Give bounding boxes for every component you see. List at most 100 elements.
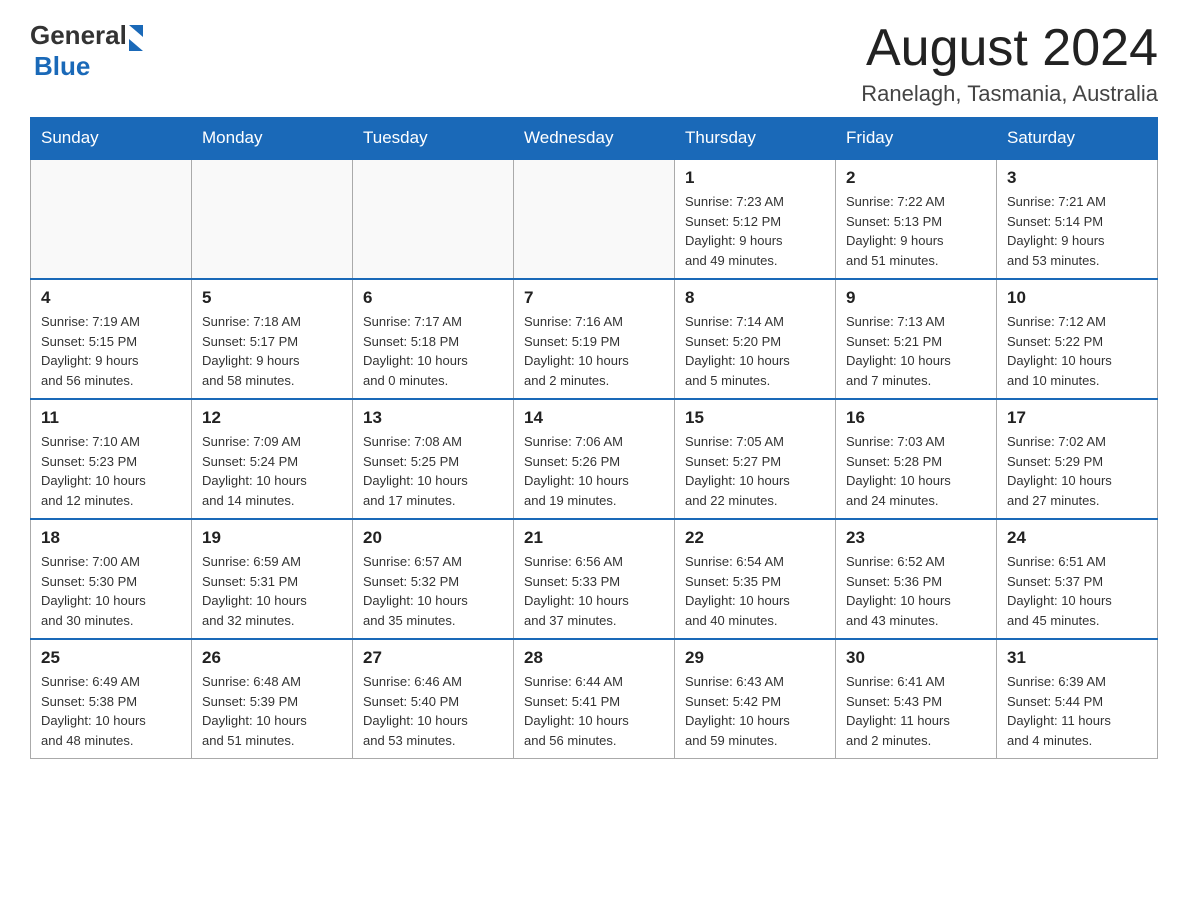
day-number: 18 (41, 528, 181, 548)
calendar-cell: 8 Sunrise: 7:14 AMSunset: 5:20 PMDaylight… (675, 279, 836, 399)
weekday-header-monday: Monday (192, 118, 353, 160)
calendar-cell: 4Sunrise: 7:19 AMSunset: 5:15 PMDaylight… (31, 279, 192, 399)
day-info: Sunrise: 7:17 AMSunset: 5:18 PMDaylight:… (363, 312, 503, 390)
day-number: 9 (846, 288, 986, 308)
day-info: Sunrise: 6:44 AMSunset: 5:41 PMDaylight:… (524, 672, 664, 750)
calendar-cell: 28Sunrise: 6:44 AMSunset: 5:41 PMDayligh… (514, 639, 675, 759)
day-info: Sunrise: 6:39 AMSunset: 5:44 PMDaylight:… (1007, 672, 1147, 750)
day-info: Sunrise: 7:03 AMSunset: 5:28 PMDaylight:… (846, 432, 986, 510)
month-title: August 2024 (861, 20, 1158, 77)
calendar-cell: 17Sunrise: 7:02 AMSunset: 5:29 PMDayligh… (997, 399, 1158, 519)
calendar-cell: 30 Sunrise: 6:41 AMSunset: 5:43 PMDayligh… (836, 639, 997, 759)
day-number: 15 (685, 408, 825, 428)
day-number: 23 (846, 528, 986, 548)
calendar-cell: 31 Sunrise: 6:39 AMSunset: 5:44 PMDayligh… (997, 639, 1158, 759)
day-info: Sunrise: 7:16 AMSunset: 5:19 PMDaylight:… (524, 312, 664, 390)
page-header: General Blue August 2024 Ranelagh, Tasma… (30, 20, 1158, 107)
day-number: 11 (41, 408, 181, 428)
calendar-cell: 21 Sunrise: 6:56 AMSunset: 5:33 PMDayligh… (514, 519, 675, 639)
day-number: 12 (202, 408, 342, 428)
day-info: Sunrise: 6:49 AMSunset: 5:38 PMDaylight:… (41, 672, 181, 750)
day-info: Sunrise: 6:52 AMSunset: 5:36 PMDaylight:… (846, 552, 986, 630)
day-info: Sunrise: 6:56 AMSunset: 5:33 PMDaylight:… (524, 552, 664, 630)
calendar-cell: 27Sunrise: 6:46 AMSunset: 5:40 PMDayligh… (353, 639, 514, 759)
weekday-header-tuesday: Tuesday (353, 118, 514, 160)
day-info: Sunrise: 7:10 AMSunset: 5:23 PMDaylight:… (41, 432, 181, 510)
day-number: 2 (846, 168, 986, 188)
day-info: Sunrise: 7:23 AMSunset: 5:12 PMDaylight:… (685, 192, 825, 270)
day-info: Sunrise: 6:41 AMSunset: 5:43 PMDaylight:… (846, 672, 986, 750)
calendar-cell: 14Sunrise: 7:06 AMSunset: 5:26 PMDayligh… (514, 399, 675, 519)
day-info: Sunrise: 6:51 AMSunset: 5:37 PMDaylight:… (1007, 552, 1147, 630)
day-number: 8 (685, 288, 825, 308)
day-number: 30 (846, 648, 986, 668)
logo-general-text: General (30, 20, 127, 51)
weekday-header-thursday: Thursday (675, 118, 836, 160)
calendar-cell (514, 159, 675, 279)
day-info: Sunrise: 6:48 AMSunset: 5:39 PMDaylight:… (202, 672, 342, 750)
day-info: Sunrise: 7:05 AMSunset: 5:27 PMDaylight:… (685, 432, 825, 510)
calendar-cell: 11 Sunrise: 7:10 AMSunset: 5:23 PMDayligh… (31, 399, 192, 519)
day-info: Sunrise: 7:08 AMSunset: 5:25 PMDaylight:… (363, 432, 503, 510)
logo-blue-text: Blue (34, 51, 90, 82)
calendar-cell: 3Sunrise: 7:21 AMSunset: 5:14 PMDaylight… (997, 159, 1158, 279)
day-number: 25 (41, 648, 181, 668)
day-info: Sunrise: 7:21 AMSunset: 5:14 PMDaylight:… (1007, 192, 1147, 270)
day-number: 24 (1007, 528, 1147, 548)
weekday-header-sunday: Sunday (31, 118, 192, 160)
calendar-cell: 24 Sunrise: 6:51 AMSunset: 5:37 PMDayligh… (997, 519, 1158, 639)
day-number: 21 (524, 528, 664, 548)
calendar-cell: 16 Sunrise: 7:03 AMSunset: 5:28 PMDayligh… (836, 399, 997, 519)
calendar-cell: 2 Sunrise: 7:22 AMSunset: 5:13 PMDaylight… (836, 159, 997, 279)
calendar-cell: 1 Sunrise: 7:23 AMSunset: 5:12 PMDaylight… (675, 159, 836, 279)
day-number: 19 (202, 528, 342, 548)
day-number: 14 (524, 408, 664, 428)
day-number: 13 (363, 408, 503, 428)
day-info: Sunrise: 6:46 AMSunset: 5:40 PMDaylight:… (363, 672, 503, 750)
logo: General Blue (30, 20, 143, 82)
title-block: August 2024 Ranelagh, Tasmania, Australi… (861, 20, 1158, 107)
location-title: Ranelagh, Tasmania, Australia (861, 81, 1158, 107)
calendar-cell: 26 Sunrise: 6:48 AMSunset: 5:39 PMDayligh… (192, 639, 353, 759)
calendar-cell (192, 159, 353, 279)
week-row-3: 11 Sunrise: 7:10 AMSunset: 5:23 PMDayligh… (31, 399, 1158, 519)
calendar-cell: 18 Sunrise: 7:00 AMSunset: 5:30 PMDayligh… (31, 519, 192, 639)
day-number: 17 (1007, 408, 1147, 428)
calendar-cell: 12 Sunrise: 7:09 AMSunset: 5:24 PMDayligh… (192, 399, 353, 519)
day-info: Sunrise: 6:43 AMSunset: 5:42 PMDaylight:… (685, 672, 825, 750)
week-row-2: 4Sunrise: 7:19 AMSunset: 5:15 PMDaylight… (31, 279, 1158, 399)
day-number: 29 (685, 648, 825, 668)
week-row-1: 1 Sunrise: 7:23 AMSunset: 5:12 PMDaylight… (31, 159, 1158, 279)
day-number: 16 (846, 408, 986, 428)
day-number: 26 (202, 648, 342, 668)
day-number: 1 (685, 168, 825, 188)
day-info: Sunrise: 6:54 AMSunset: 5:35 PMDaylight:… (685, 552, 825, 630)
week-row-4: 18 Sunrise: 7:00 AMSunset: 5:30 PMDayligh… (31, 519, 1158, 639)
day-info: Sunrise: 7:09 AMSunset: 5:24 PMDaylight:… (202, 432, 342, 510)
day-number: 22 (685, 528, 825, 548)
day-info: Sunrise: 7:14 AMSunset: 5:20 PMDaylight:… (685, 312, 825, 390)
calendar-cell: 20 Sunrise: 6:57 AMSunset: 5:32 PMDayligh… (353, 519, 514, 639)
calendar-cell: 5Sunrise: 7:18 AMSunset: 5:17 PMDaylight… (192, 279, 353, 399)
day-info: Sunrise: 7:13 AMSunset: 5:21 PMDaylight:… (846, 312, 986, 390)
day-info: Sunrise: 7:12 AMSunset: 5:22 PMDaylight:… (1007, 312, 1147, 390)
day-number: 10 (1007, 288, 1147, 308)
calendar-cell: 13 Sunrise: 7:08 AMSunset: 5:25 PMDayligh… (353, 399, 514, 519)
calendar-cell: 22 Sunrise: 6:54 AMSunset: 5:35 PMDayligh… (675, 519, 836, 639)
day-number: 5 (202, 288, 342, 308)
day-info: Sunrise: 7:00 AMSunset: 5:30 PMDaylight:… (41, 552, 181, 630)
day-info: Sunrise: 7:19 AMSunset: 5:15 PMDaylight:… (41, 312, 181, 390)
day-number: 31 (1007, 648, 1147, 668)
calendar-cell: 6Sunrise: 7:17 AMSunset: 5:18 PMDaylight… (353, 279, 514, 399)
weekday-header-saturday: Saturday (997, 118, 1158, 160)
calendar-cell: 23 Sunrise: 6:52 AMSunset: 5:36 PMDayligh… (836, 519, 997, 639)
day-info: Sunrise: 6:57 AMSunset: 5:32 PMDaylight:… (363, 552, 503, 630)
day-number: 7 (524, 288, 664, 308)
calendar-cell (31, 159, 192, 279)
day-number: 20 (363, 528, 503, 548)
calendar-cell: 29 Sunrise: 6:43 AMSunset: 5:42 PMDayligh… (675, 639, 836, 759)
calendar-cell: 9 Sunrise: 7:13 AMSunset: 5:21 PMDaylight… (836, 279, 997, 399)
day-info: Sunrise: 6:59 AMSunset: 5:31 PMDaylight:… (202, 552, 342, 630)
day-info: Sunrise: 7:22 AMSunset: 5:13 PMDaylight:… (846, 192, 986, 270)
calendar-header-row: SundayMondayTuesdayWednesdayThursdayFrid… (31, 118, 1158, 160)
